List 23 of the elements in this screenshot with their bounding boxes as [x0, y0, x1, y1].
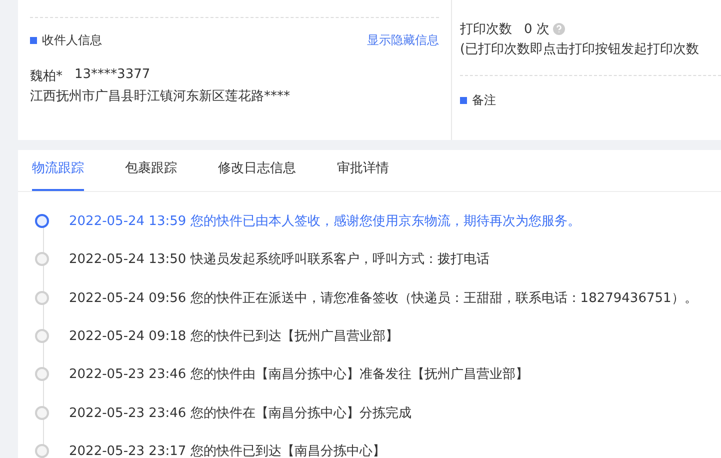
section-marker-icon — [30, 37, 37, 44]
timeline-entry: 2022-05-23 23:46 您的快件由【南昌分拣中心】准备发往【抚州广昌营业部】 — [69, 366, 528, 384]
recipient-phone: 13****3377 — [74, 67, 150, 84]
show-hidden-info-link[interactable]: 显示隐藏信息 — [367, 32, 439, 49]
help-icon[interactable] — [553, 23, 566, 35]
recipient-name: 魏柏* — [30, 68, 62, 85]
tab[interactable]: 审批详情 — [337, 150, 389, 191]
timeline-entry: 2022-05-24 09:56 您的快件正在派送中，请您准备签收（快递员：王甜甜，联系电话：18279436751）。 — [69, 290, 698, 307]
timeline-entry: 2022-05-24 13:50 快递员发起系统呼叫联系客户，呼叫方式：拨打电话 — [69, 251, 490, 268]
timeline-entry: 2022-05-23 23:46 您的快件在【南昌分拣中心】分拣完成 — [69, 404, 412, 422]
tab[interactable]: 修改日志信息 — [218, 150, 296, 191]
timeline-entry: 2022-05-23 23:17 您的快件已到达【南昌分拣中心】 — [69, 442, 386, 458]
timeline-entry: 2022-05-24 13:59 您的快件已由本人签收，感谢您使用京东物流，期待再次为您服务。 — [69, 213, 580, 230]
print-count-value: 0 次 — [524, 21, 550, 38]
recipient-address: 江西抚州市广昌县盱江镇河东新区莲花路**** — [30, 88, 291, 105]
tab[interactable]: 包裹跟踪 — [125, 150, 177, 191]
section-title: 备注 — [472, 92, 496, 109]
tab[interactable]: 物流跟踪 — [32, 150, 84, 191]
print-count-note: (已打印次数即点击打印按钮发起打印次数 — [460, 41, 700, 58]
section-title: 收件人信息 — [42, 32, 102, 49]
timeline-entry: 2022-05-24 09:18 您的快件已到达【抚州广昌营业部】 — [69, 328, 398, 346]
section-marker-icon — [460, 97, 467, 104]
print-count-label: 打印次数 — [460, 21, 512, 38]
